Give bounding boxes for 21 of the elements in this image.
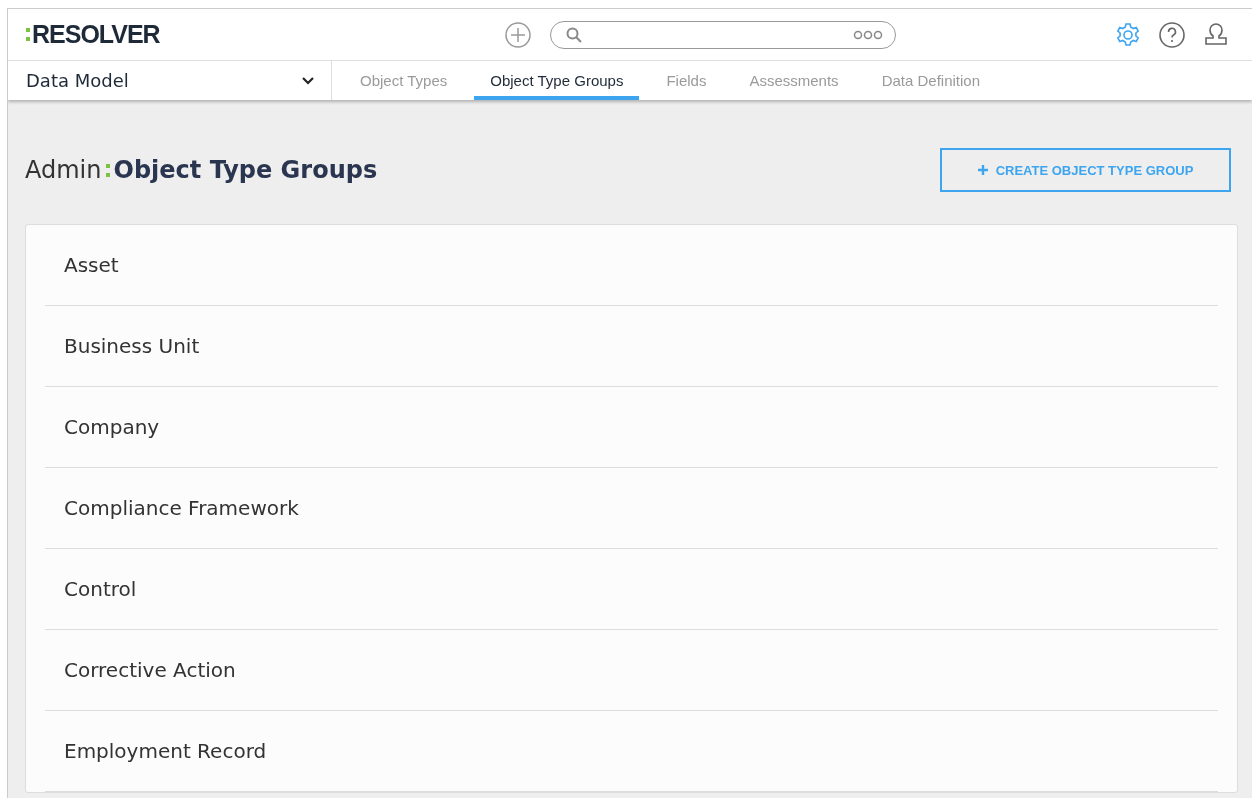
settings-icon[interactable]	[1114, 20, 1142, 49]
colon-mark	[105, 163, 110, 177]
colon-mark	[26, 28, 30, 41]
section-dropdown[interactable]: Data Model	[8, 61, 332, 100]
add-icon[interactable]	[504, 20, 532, 49]
group-item[interactable]: Compliance Framework	[64, 496, 299, 520]
group-item[interactable]: Asset	[64, 253, 119, 277]
search-icon	[565, 25, 583, 44]
more-icon[interactable]	[853, 28, 883, 41]
group-item[interactable]: Company	[64, 415, 160, 439]
plus-icon	[977, 165, 988, 175]
breadcrumb[interactable]: Admin	[25, 156, 102, 184]
group-item[interactable]: Corrective Action	[64, 658, 236, 682]
chevron-down-icon	[301, 75, 315, 86]
logo-text: RESOLVER	[32, 20, 160, 49]
help-icon[interactable]	[1158, 20, 1186, 49]
group-item[interactable]: Employment Record	[64, 739, 267, 763]
group-item[interactable]: Business Unit	[64, 334, 200, 358]
group-item[interactable]: Control	[64, 577, 137, 601]
page-title: Object Type Groups	[113, 156, 378, 184]
nav-tab[interactable]: Object Type Groups	[474, 61, 640, 100]
